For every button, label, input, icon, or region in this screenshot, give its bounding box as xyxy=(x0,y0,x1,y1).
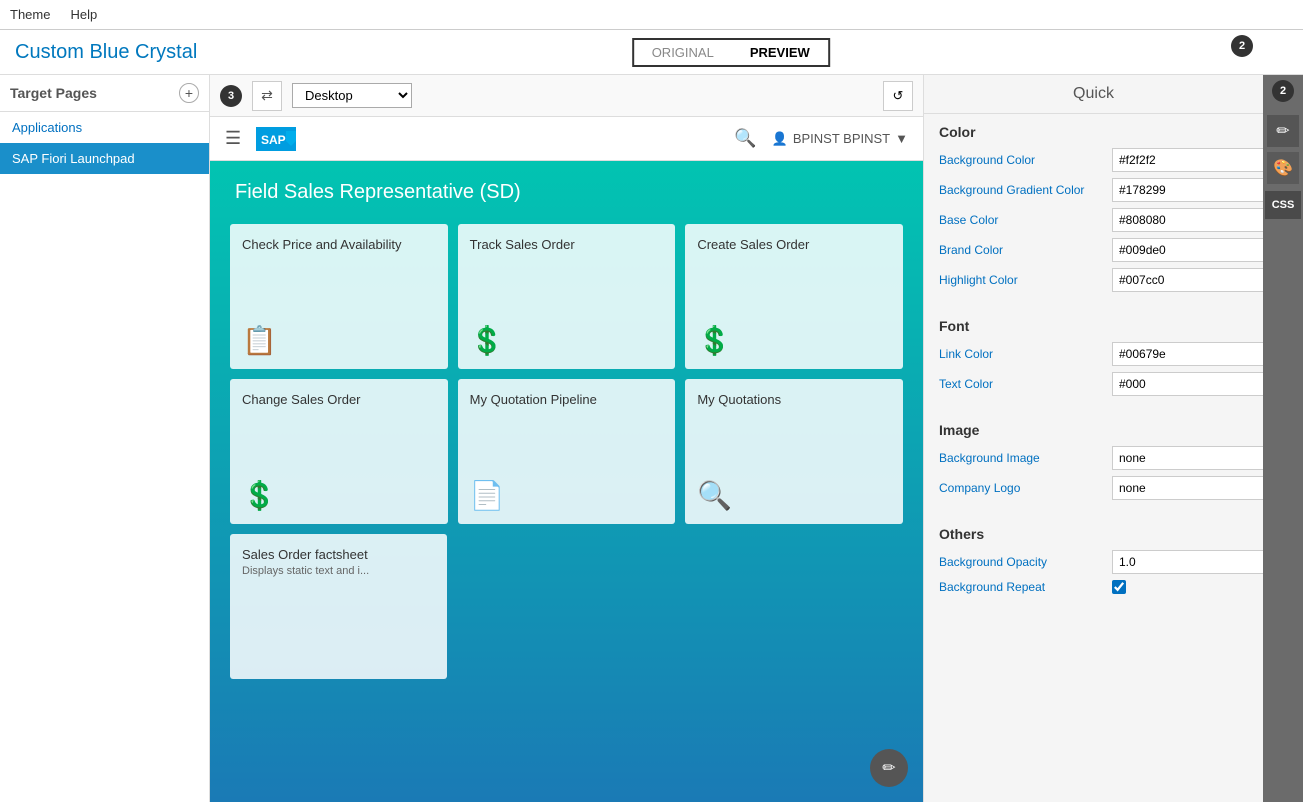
fiori-content: Field Sales Representative (SD) Check Pr… xyxy=(210,161,923,699)
others-section-title: Others xyxy=(939,526,1248,542)
bg-opacity-label[interactable]: Background Opacity xyxy=(939,555,1104,569)
bg-gradient-label[interactable]: Background Gradient Color xyxy=(939,183,1104,197)
sap-logo: SAP xyxy=(256,127,296,151)
fiori-preview: ☰ SAP 🔍 👤 BPINST BPINST ▼ xyxy=(210,117,923,802)
font-section: Font Link Color Text Color xyxy=(924,308,1263,412)
fiori-page-title: Field Sales Representative (SD) xyxy=(230,181,903,204)
brand-color-label[interactable]: Brand Color xyxy=(939,243,1104,257)
sap-user-menu[interactable]: 👤 BPINST BPINST ▼ xyxy=(772,131,908,147)
refresh-button[interactable]: ↺ xyxy=(883,81,913,111)
tile-factsheet[interactable]: Sales Order factsheet Displays static te… xyxy=(230,534,447,679)
image-section: Image Background Image Company Logo xyxy=(924,412,1263,516)
color-section: Color Background Color Background Gradie… xyxy=(924,114,1263,308)
bg-gradient-row: Background Gradient Color xyxy=(939,178,1248,202)
main-layout: Target Pages + Applications SAP Fiori La… xyxy=(0,75,1303,802)
sidebar-title: Target Pages xyxy=(10,85,97,101)
brand-color-input[interactable] xyxy=(1112,238,1263,262)
quick-panel-title: Quick xyxy=(924,75,1263,114)
bg-image-label[interactable]: Background Image xyxy=(939,451,1104,465)
tile-grid-row2: Change Sales Order 💲 My Quotation Pipeli… xyxy=(230,379,903,524)
badge-2: 2 xyxy=(1231,35,1253,57)
tile-change-sales[interactable]: Change Sales Order 💲 xyxy=(230,379,448,524)
badge-1: 2 xyxy=(1272,80,1294,102)
tile-grid-row1: Check Price and Availability 📋 Track Sal… xyxy=(230,224,903,369)
tile-track-sales[interactable]: Track Sales Order 💲 xyxy=(458,224,676,369)
tile-my-quotations[interactable]: My Quotations 🔍 xyxy=(685,379,903,524)
sidebar-item-applications[interactable]: Applications xyxy=(0,112,209,143)
link-color-input[interactable] xyxy=(1112,342,1263,366)
bg-color-input[interactable] xyxy=(1112,148,1263,172)
right-panel: Quick Color Background Color Background … xyxy=(923,75,1263,802)
highlight-color-row: Highlight Color xyxy=(939,268,1248,292)
right-toolbar: 2 ✏ 🎨 CSS xyxy=(1263,75,1303,802)
text-color-row: Text Color xyxy=(939,372,1248,396)
layout-icon-btn[interactable]: ⇄ xyxy=(252,81,282,111)
base-color-label[interactable]: Base Color xyxy=(939,213,1104,227)
company-logo-input[interactable] xyxy=(1112,476,1263,500)
highlight-color-label[interactable]: Highlight Color xyxy=(939,273,1104,287)
app-title: Custom Blue Crystal xyxy=(15,41,197,64)
sidebar-item-launchpad[interactable]: SAP Fiori Launchpad xyxy=(0,143,209,174)
company-logo-label[interactable]: Company Logo xyxy=(939,481,1104,495)
pencil-tool-button[interactable]: ✏ xyxy=(1267,115,1299,147)
bg-repeat-checkbox[interactable] xyxy=(1112,580,1126,594)
tile-check-price[interactable]: Check Price and Availability 📋 xyxy=(230,224,448,369)
palette-tool-button[interactable]: 🎨 xyxy=(1267,152,1299,184)
sap-search-icon[interactable]: 🔍 xyxy=(734,128,756,149)
brand-color-row: Brand Color xyxy=(939,238,1248,262)
menu-help[interactable]: Help xyxy=(70,7,97,22)
bg-repeat-label[interactable]: Background Repeat xyxy=(939,580,1104,594)
tile-icon-0: 📋 xyxy=(242,324,436,357)
text-color-label[interactable]: Text Color xyxy=(939,377,1104,391)
color-section-title: Color xyxy=(939,124,1248,140)
bg-color-label[interactable]: Background Color xyxy=(939,153,1104,167)
base-color-row: Base Color xyxy=(939,208,1248,232)
bg-color-row: Background Color xyxy=(939,148,1248,172)
tile-icon-4: 📄 xyxy=(470,479,664,512)
badge-3: 3 xyxy=(220,85,242,107)
menu-bar: Theme Help xyxy=(0,0,1303,30)
tile-icon-3: 💲 xyxy=(242,479,436,512)
sap-header-bar: ☰ SAP 🔍 👤 BPINST BPINST ▼ xyxy=(210,117,923,161)
bg-image-row: Background Image xyxy=(939,446,1248,470)
css-tool-button[interactable]: CSS xyxy=(1265,191,1301,219)
base-color-input[interactable] xyxy=(1112,208,1263,232)
link-color-row: Link Color xyxy=(939,342,1248,366)
link-color-label[interactable]: Link Color xyxy=(939,347,1104,361)
hamburger-icon[interactable]: ☰ xyxy=(225,128,241,149)
highlight-color-input[interactable] xyxy=(1112,268,1263,292)
others-section: Others Background Opacity Background Rep… xyxy=(924,516,1263,610)
canvas-area: 3 ⇄ Desktop Tablet Mobile ↺ ☰ SAP xyxy=(210,75,923,802)
edit-fab-button[interactable]: ✏ xyxy=(870,749,908,787)
tile-icon-1: 💲 xyxy=(470,324,664,357)
preview-toggle: ORIGINAL PREVIEW xyxy=(632,38,830,67)
bg-opacity-row: Background Opacity xyxy=(939,550,1248,574)
tile-quotation-pipeline[interactable]: My Quotation Pipeline 📄 xyxy=(458,379,676,524)
tile-icon-5: 🔍 xyxy=(697,479,891,512)
device-select[interactable]: Desktop Tablet Mobile xyxy=(292,83,412,108)
bg-repeat-row: Background Repeat xyxy=(939,580,1248,594)
left-sidebar: Target Pages + Applications SAP Fiori La… xyxy=(0,75,210,802)
sidebar-add-button[interactable]: + xyxy=(179,83,199,103)
tile-create-sales[interactable]: Create Sales Order 💲 xyxy=(685,224,903,369)
svg-text:SAP: SAP xyxy=(261,133,286,147)
preview-button[interactable]: PREVIEW xyxy=(732,40,828,65)
header: Custom Blue Crystal ORIGINAL PREVIEW 2 xyxy=(0,30,1303,75)
canvas-toolbar: 3 ⇄ Desktop Tablet Mobile ↺ xyxy=(210,75,923,117)
bg-image-input[interactable] xyxy=(1112,446,1263,470)
bg-opacity-input[interactable] xyxy=(1112,550,1263,574)
menu-theme[interactable]: Theme xyxy=(10,7,50,22)
company-logo-row: Company Logo xyxy=(939,476,1248,500)
bg-gradient-input[interactable] xyxy=(1112,178,1263,202)
sidebar-header: Target Pages + xyxy=(0,75,209,112)
text-color-input[interactable] xyxy=(1112,372,1263,396)
font-section-title: Font xyxy=(939,318,1248,334)
tile-icon-2: 💲 xyxy=(697,324,891,357)
image-section-title: Image xyxy=(939,422,1248,438)
original-button[interactable]: ORIGINAL xyxy=(634,40,732,65)
